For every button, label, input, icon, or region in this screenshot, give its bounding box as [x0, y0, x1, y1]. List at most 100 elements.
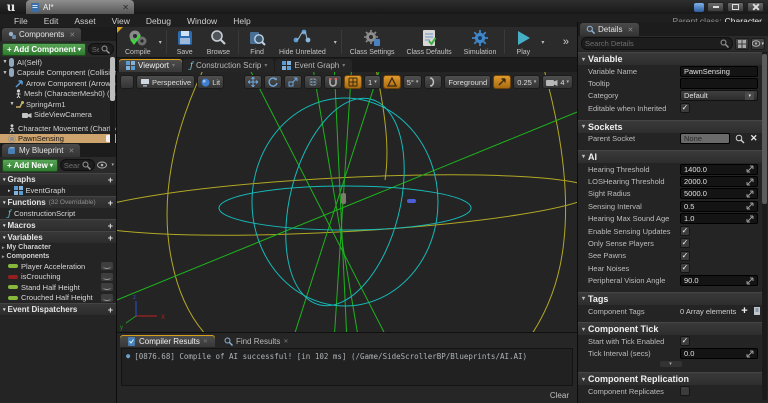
maximize-button[interactable] — [727, 2, 744, 12]
see-pawns-checkbox[interactable]: ✓ — [680, 251, 690, 261]
section-expander-icon[interactable]: ▾ — [3, 235, 6, 241]
variable-visibility-icon[interactable] — [101, 262, 113, 270]
clear-button[interactable]: Clear — [550, 391, 569, 400]
add-variables-button[interactable]: + — [108, 233, 113, 243]
tab-close-icon[interactable]: ▾ — [342, 62, 345, 69]
details-view-options-button[interactable] — [735, 38, 749, 50]
start-with-tick-enabled-checkbox[interactable]: ✓ — [680, 336, 690, 346]
menu-edit[interactable]: Edit — [36, 16, 67, 26]
section-expander-icon[interactable]: ▾ — [3, 200, 6, 206]
tab-compiler-results[interactable]: Compiler Results✕ — [120, 335, 215, 347]
tree-item-arrow-component-arrow-in[interactable]: Arrow Component (Arrow) (In — [0, 78, 116, 89]
play-dropdown-caret-icon[interactable]: ▾ — [539, 39, 546, 46]
surface-snap-toggle[interactable] — [324, 75, 342, 89]
tree-item-mesh-charactermesh0-inh[interactable]: Mesh (CharacterMesh0) (Inh — [0, 89, 116, 100]
scale-snap-value[interactable]: 0.25▾ — [513, 75, 540, 89]
section-macros[interactable]: ▾Macros+ — [0, 219, 116, 231]
play-button[interactable]: Play — [507, 27, 539, 57]
hear-noises-checkbox[interactable]: ✓ — [680, 263, 690, 273]
viewport[interactable]: X z y PerspectiveLit 1▾5°▾Foreground0.25… — [117, 72, 577, 332]
editable-when-inherited-checkbox[interactable]: ✓ — [680, 103, 690, 113]
details-scrollbar[interactable] — [762, 52, 767, 400]
components-scrollbar[interactable] — [110, 57, 115, 143]
find-button[interactable]: Find — [241, 27, 273, 57]
section-expander-icon[interactable]: ▾ — [582, 153, 585, 160]
tooltip-input[interactable] — [680, 78, 758, 89]
hearing-max-sound-age-input[interactable]: 1.0 — [680, 213, 758, 224]
section-expander-icon[interactable]: ▾ — [3, 307, 6, 313]
variable-visibility-icon[interactable] — [101, 294, 113, 302]
tab-event-graph[interactable]: Event Graph▾ — [275, 59, 352, 72]
only-sense-players-checkbox[interactable]: ✓ — [680, 238, 690, 248]
add-new-button[interactable]: + Add New▾ — [2, 159, 58, 172]
category-dropdown[interactable]: Default▾ — [680, 90, 758, 101]
rotation-snap-value[interactable]: 5°▾ — [403, 75, 423, 89]
camera-speed[interactable]: 4▾ — [542, 75, 573, 89]
components-tab-close-icon[interactable]: ✕ — [69, 31, 75, 39]
tab-close-icon[interactable]: ✕ — [283, 338, 288, 345]
simulation-button[interactable]: Simulation — [458, 27, 503, 57]
variable-visibility-icon[interactable] — [101, 283, 113, 291]
my-blueprint-tab-close-icon[interactable]: ✕ — [68, 147, 74, 155]
my-blueprint-search-input[interactable]: Search — [60, 159, 96, 171]
tab-close-icon[interactable]: ✕ — [122, 3, 129, 12]
section-expander-icon[interactable]: ▾ — [3, 223, 6, 229]
filter-caret-icon[interactable]: ▾ — [111, 162, 114, 168]
grid-snap-toggle[interactable] — [344, 75, 362, 89]
tab-construction-scrip[interactable]: ƒConstruction Scrip▾ — [183, 59, 274, 72]
tab-close-icon[interactable]: ▾ — [264, 62, 267, 69]
details-section-header-component-tick[interactable]: ▾Component Tick — [578, 322, 763, 335]
tab-close-icon[interactable]: ▾ — [172, 62, 175, 69]
details-section-header-ai[interactable]: ▾AI — [578, 150, 763, 163]
menu-asset[interactable]: Asset — [66, 16, 103, 26]
menu-file[interactable]: File — [6, 16, 36, 26]
details-search-input[interactable]: Search Details — [581, 37, 733, 50]
tree-item-sideviewcamera[interactable]: SideViewCamera — [0, 110, 116, 121]
add-functions-button[interactable]: + — [108, 198, 113, 208]
add-array-element-button[interactable]: + — [741, 305, 747, 317]
tree-item-ai-self[interactable]: ▼AI(Self) — [0, 57, 116, 68]
add-macros-button[interactable]: + — [108, 221, 113, 231]
section-event-dispatchers[interactable]: ▾Event Dispatchers+ — [0, 303, 116, 315]
translate-tool[interactable] — [244, 75, 262, 89]
hide-unrelated-button[interactable]: Hide Unrelated — [273, 27, 332, 57]
scale-tool[interactable] — [284, 75, 302, 89]
add-graphs-button[interactable]: + — [108, 175, 113, 185]
compile-button[interactable]: Compile — [119, 27, 157, 57]
viewport-options-button[interactable] — [120, 75, 134, 89]
class-defaults-button[interactable]: Class Defaults — [401, 27, 458, 57]
menu-debug[interactable]: Debug — [138, 16, 179, 26]
grid-snap-value[interactable]: 1▾ — [364, 75, 381, 89]
menu-help[interactable]: Help — [225, 16, 258, 26]
expand-more-button[interactable]: ▾ — [660, 361, 682, 367]
hide-unrelated-dropdown-caret-icon[interactable]: ▾ — [332, 39, 339, 46]
group-expander-icon[interactable]: ▸ — [2, 245, 5, 251]
section-variables[interactable]: ▾Variables+ — [0, 231, 116, 243]
tab-components[interactable]: Components ✕ — [2, 28, 81, 41]
group-my-character[interactable]: ▸My Character — [0, 243, 116, 252]
variable-crouched-half-height[interactable]: Crouched Half Height — [0, 293, 116, 304]
details-section-header-variable[interactable]: ▾Variable — [578, 52, 763, 65]
add-event-dispatchers-button[interactable]: + — [108, 305, 113, 315]
tree-item-pawnsensing[interactable]: PawnSensing — [0, 134, 116, 144]
component-replicates-checkbox[interactable] — [680, 386, 690, 396]
minimize-button[interactable] — [707, 2, 724, 12]
tab-details[interactable]: Details ✕ — [580, 23, 639, 36]
item-constructionscript[interactable]: ƒConstructionScript — [0, 208, 116, 219]
asset-tab[interactable]: AI* ✕ — [26, 0, 134, 14]
details-section-header-tags[interactable]: ▾Tags — [578, 292, 763, 305]
lit-button[interactable]: Lit — [197, 75, 224, 89]
scale-snap-value-caret-icon[interactable]: ▾ — [534, 79, 537, 85]
variable-name-input[interactable]: PawnSensing — [680, 66, 758, 77]
section-expander-icon[interactable]: ▾ — [582, 123, 585, 130]
group-components[interactable]: ▸Components — [0, 252, 116, 261]
parent-socket-input[interactable]: None — [680, 133, 730, 144]
item-expander-icon[interactable]: ▸ — [8, 188, 11, 194]
item-eventgraph[interactable]: ▸EventGraph — [0, 185, 116, 196]
tree-item-springarm1[interactable]: ▼SpringArm1 — [0, 99, 116, 110]
tree-item-capsule-component-collision[interactable]: ▼Capsule Component (Collision — [0, 68, 116, 79]
rotate-tool[interactable] — [264, 75, 282, 89]
section-expander-icon[interactable]: ▾ — [582, 376, 585, 383]
world-space-toggle[interactable] — [304, 75, 322, 89]
tab-find-results[interactable]: Find Results✕ — [217, 335, 296, 347]
